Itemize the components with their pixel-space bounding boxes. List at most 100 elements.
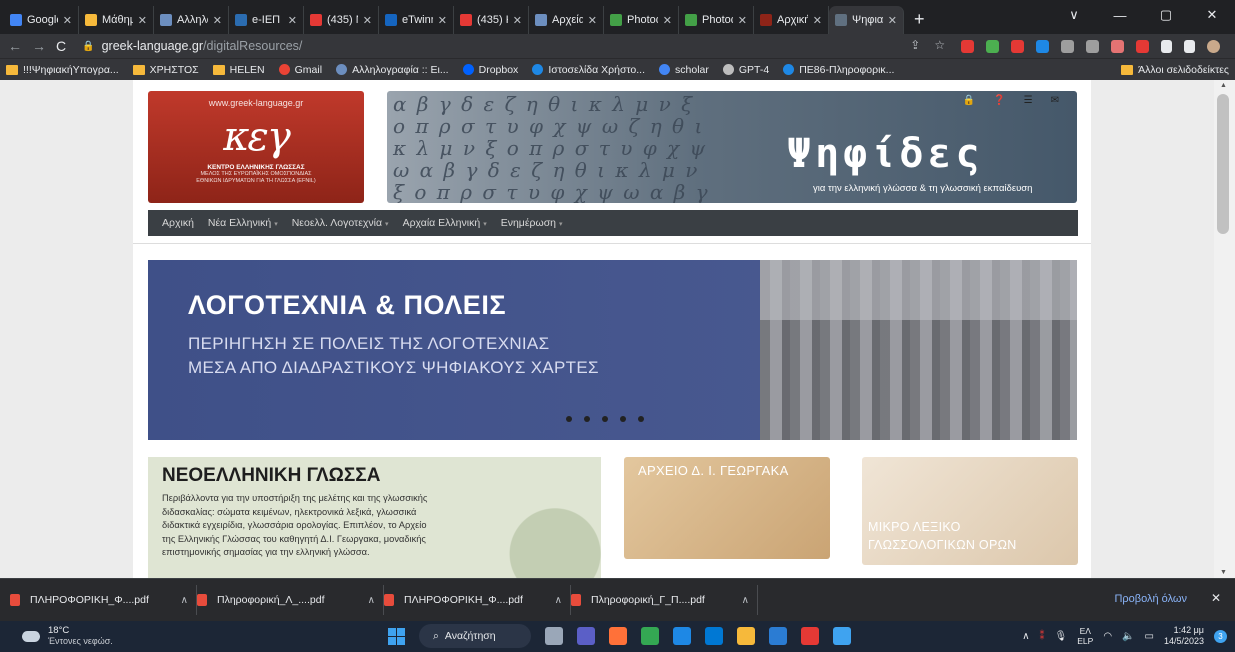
chevron-up-icon[interactable]: ∧: [742, 595, 749, 606]
bookmark-item[interactable]: HELEN: [212, 64, 265, 76]
bookmark-item[interactable]: scholar: [659, 64, 709, 76]
wifi-icon[interactable]: ◠: [1103, 631, 1112, 642]
start-button[interactable]: [388, 627, 405, 645]
tile-modern-greek[interactable]: ΝΕΟΕΛΛΗΝΙΚΗ ΓΛΩΣΣΑ Περιβάλλοντα για την …: [148, 457, 601, 578]
browser-tab[interactable]: Αρχική ✕: [754, 6, 829, 34]
extension-icon[interactable]: [1111, 39, 1125, 53]
browser-tab[interactable]: Μάθημα ✕: [79, 6, 154, 34]
share-icon[interactable]: ⇪: [910, 38, 920, 52]
browser-tab[interactable]: e-ΙΕΠ ✕: [229, 6, 304, 34]
extension-icon[interactable]: [1086, 39, 1100, 53]
volume-icon[interactable]: 🔈: [1122, 631, 1134, 642]
lock-icon[interactable]: 🔒: [963, 95, 975, 106]
language-indicator[interactable]: ΕΛ ELP: [1077, 626, 1093, 646]
address-bar[interactable]: 🔒 greek-language.gr/digitalResources/ ⇪ …: [76, 36, 951, 56]
battery-icon[interactable]: ▭: [1145, 631, 1154, 642]
slider-dot[interactable]: [584, 416, 590, 422]
teams-icon[interactable]: [577, 627, 595, 645]
hero-slider[interactable]: ΛΟΓΟΤΕΧΝΙΑ & ΠΟΛΕΙΣ ΠΕΡΙΗΓΗΣΗ ΣΕ ΠΟΛΕΙΣ …: [148, 260, 1077, 440]
tab-search-button[interactable]: ∨: [1051, 7, 1097, 23]
list-icon[interactable]: ☰: [1024, 95, 1033, 106]
slider-dot[interactable]: [638, 416, 644, 422]
extension-icon[interactable]: [1061, 39, 1075, 53]
menu-item[interactable]: Νεοελλ. Λογοτεχνία ▾: [292, 217, 389, 229]
avatar[interactable]: [1207, 39, 1221, 53]
menu-item[interactable]: Ενημέρωση ▾: [501, 217, 563, 229]
task-view-icon[interactable]: [545, 627, 563, 645]
tray-app-icon[interactable]: ⁑: [1040, 631, 1045, 642]
browser-tab[interactable]: (435) Κ ✕: [454, 6, 529, 34]
bookmark-item[interactable]: GPT-4: [722, 64, 769, 76]
close-tab-icon[interactable]: ✕: [213, 14, 222, 27]
app-l-icon[interactable]: [673, 627, 691, 645]
browser-tab[interactable]: Ψηφιακ ✕: [829, 6, 904, 34]
scroll-down-icon[interactable]: ▼: [1220, 569, 1227, 576]
close-tab-icon[interactable]: ✕: [363, 14, 372, 27]
close-tab-icon[interactable]: ✕: [288, 14, 297, 27]
download-item[interactable]: Πληροφορική_Λ_....pdf ∧: [197, 585, 384, 615]
chevron-up-icon[interactable]: ∧: [181, 595, 188, 606]
close-tab-icon[interactable]: ✕: [138, 14, 147, 27]
mic-icon[interactable]: 🎙: [1055, 631, 1068, 642]
page-scrollbar[interactable]: ▲ ▼: [1214, 80, 1235, 578]
show-all-downloads-link[interactable]: Προβολή όλων: [1114, 593, 1187, 605]
menu-item[interactable]: Αρχική: [162, 217, 194, 229]
extension-icon[interactable]: [1036, 39, 1050, 53]
clock[interactable]: 1:42 μμ 14/5/2023: [1164, 625, 1204, 647]
bookmark-item[interactable]: ΧΡΗΣΤΟΣ: [132, 64, 199, 76]
word-icon[interactable]: [769, 627, 787, 645]
firefox-icon[interactable]: [609, 627, 627, 645]
weather-widget[interactable]: 18°C Έντονες νεφώσ.: [19, 625, 113, 647]
notification-badge[interactable]: 3: [1214, 629, 1227, 643]
store-icon[interactable]: [705, 627, 723, 645]
chrome-icon[interactable]: [641, 627, 659, 645]
taskbar-search[interactable]: ⌕ Αναζήτηση: [419, 624, 531, 648]
close-tab-icon[interactable]: ✕: [63, 14, 72, 27]
bookmark-item[interactable]: Dropbox: [462, 64, 518, 76]
minimize-button[interactable]: —: [1097, 8, 1143, 23]
forward-button[interactable]: →: [32, 38, 46, 54]
tile-georgakas-archive[interactable]: ΑΡΧΕΙΟ Δ. Ι. ΓΕΩΡΓΑΚΑ: [624, 457, 830, 559]
menu-item[interactable]: Αρχαία Ελληνική ▾: [403, 217, 487, 229]
bookmark-item[interactable]: ΠΕ86-Πληροφορικ...: [783, 64, 894, 76]
notes-icon[interactable]: [833, 627, 851, 645]
slider-dot[interactable]: [602, 416, 608, 422]
back-button[interactable]: ←: [8, 38, 22, 54]
sidepanel-icon[interactable]: [1184, 39, 1196, 53]
download-item[interactable]: ΠΛΗΡΟΦΟΡΙΚΗ_Φ....pdf ∧: [384, 585, 571, 615]
browser-tab[interactable]: (435) Ν ✕: [304, 6, 379, 34]
extension-icon[interactable]: [986, 39, 1000, 53]
reload-button[interactable]: C: [56, 38, 66, 54]
mail-icon[interactable]: ✉: [1051, 95, 1059, 106]
close-tab-icon[interactable]: ✕: [813, 14, 822, 27]
browser-tab[interactable]: Αλληλο ✕: [154, 6, 229, 34]
browser-tab[interactable]: Google ✕: [4, 6, 79, 34]
bookmark-star-icon[interactable]: ☆: [934, 38, 945, 52]
bookmark-item[interactable]: !!!ΨηφιακήΥπογρα...: [6, 64, 119, 76]
close-tab-icon[interactable]: ✕: [663, 14, 672, 27]
site-logo[interactable]: www.greek-language.gr κεγ ΚΕΝΤΡΟ ΕΛΛΗΝΙΚ…: [148, 91, 364, 203]
slider-dot[interactable]: [566, 416, 572, 422]
close-tab-icon[interactable]: ✕: [513, 14, 522, 27]
explorer-icon[interactable]: [737, 627, 755, 645]
puzzle-icon[interactable]: [1161, 39, 1173, 53]
scroll-thumb[interactable]: [1217, 94, 1229, 234]
other-bookmarks[interactable]: Άλλοι σελιδοδείκτες: [1121, 64, 1229, 76]
scroll-up-icon[interactable]: ▲: [1220, 82, 1227, 89]
new-tab-button[interactable]: +: [904, 9, 935, 34]
bookmark-item[interactable]: Gmail: [278, 64, 322, 76]
bookmark-item[interactable]: Ιστοσελίδα Χρήστο...: [532, 64, 645, 76]
chevron-up-icon[interactable]: ∧: [1022, 631, 1029, 642]
close-tab-icon[interactable]: ✕: [738, 14, 747, 27]
maximize-button[interactable]: ▢: [1143, 7, 1189, 23]
close-window-button[interactable]: ✕: [1189, 7, 1235, 23]
browser-tab[interactable]: eTwinni ✕: [379, 6, 454, 34]
extension-icon[interactable]: [1011, 39, 1025, 53]
download-item[interactable]: ΠΛΗΡΟΦΟΡΙΚΗ_Φ....pdf ∧: [10, 585, 197, 615]
tile-linguistic-lexicon[interactable]: ΜΙΚΡΟ ΛΕΞΙΚΟ ΓΛΩΣΣΟΛΟΓΙΚΩΝ ΟΡΩΝ: [862, 457, 1078, 565]
close-shelf-button[interactable]: ✕: [1211, 591, 1221, 605]
close-tab-icon[interactable]: ✕: [888, 14, 897, 27]
help-icon[interactable]: ❓: [993, 95, 1005, 106]
slider-dot[interactable]: [620, 416, 626, 422]
download-item[interactable]: Πληροφορική_Γ_Π....pdf ∧: [571, 585, 758, 615]
